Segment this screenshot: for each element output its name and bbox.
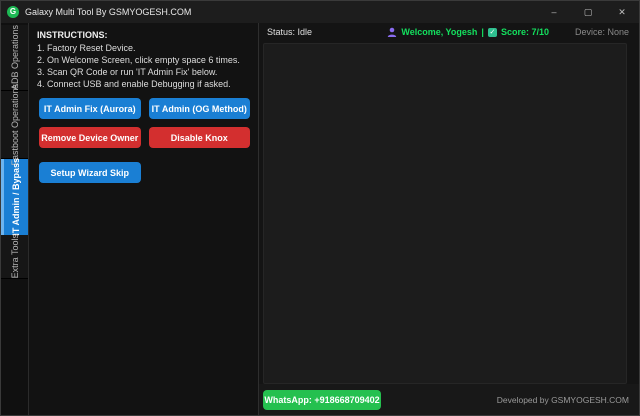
bottom-bar: WhatsApp: +918668709402 Developed by GSM…: [259, 384, 639, 415]
status-bar: Status: Idle Welcome, Yogesh | ✓ Score: …: [259, 23, 639, 41]
tab-label: Extra Tools: [10, 234, 20, 278]
tab-extra-tools[interactable]: Extra Tools: [1, 235, 28, 279]
minimize-icon[interactable]: –: [537, 1, 571, 23]
status-right-group: Welcome, Yogesh | ✓ Score: 7/10 Device: …: [387, 27, 629, 37]
status-text: Status: Idle: [267, 27, 312, 37]
window-controls: – ▢ ✕: [537, 1, 639, 23]
disable-knox-button[interactable]: Disable Knox: [149, 127, 251, 148]
tab-label: IT Admin / Bypass: [11, 158, 21, 236]
device-status-text: Device: None: [575, 27, 629, 37]
instruction-line-2: 2. On Welcome Screen, click empty space …: [37, 54, 252, 66]
setup-wizard-skip-button[interactable]: Setup Wizard Skip: [39, 162, 141, 183]
it-admin-fix-aurora-button[interactable]: IT Admin Fix (Aurora): [39, 98, 141, 119]
it-admin-og-method-button[interactable]: IT Admin (OG Method): [149, 98, 251, 119]
tab-label: Fastboot Operations: [10, 84, 20, 166]
instruction-line-4: 4. Connect USB and enable Debugging if a…: [37, 78, 252, 90]
tab-adb-operations[interactable]: ADB Operations: [1, 25, 28, 91]
check-icon: ✓: [488, 28, 497, 37]
status-separator: |: [481, 27, 484, 37]
score-text: Score: 7/10: [501, 27, 549, 37]
action-buttons: IT Admin Fix (Aurora) IT Admin (OG Metho…: [37, 98, 252, 183]
instructions-heading: INSTRUCTIONS:: [37, 30, 252, 40]
person-icon: [387, 27, 397, 37]
tab-it-admin-bypass[interactable]: IT Admin / Bypass: [1, 159, 28, 235]
main-area: ADB Operations Fastboot Operations IT Ad…: [1, 23, 639, 415]
close-icon[interactable]: ✕: [605, 1, 639, 23]
tab-fastboot-operations[interactable]: Fastboot Operations: [1, 91, 28, 159]
welcome-text: Welcome, Yogesh: [401, 27, 477, 37]
remove-device-owner-button[interactable]: Remove Device Owner: [39, 127, 141, 148]
developer-credit: Developed by GSMYOGESH.COM: [497, 395, 629, 405]
log-output-area[interactable]: [263, 43, 627, 384]
right-panel: Status: Idle Welcome, Yogesh | ✓ Score: …: [259, 23, 639, 415]
app-logo-icon: G: [7, 6, 19, 18]
maximize-icon[interactable]: ▢: [571, 1, 605, 23]
instruction-line-1: 1. Factory Reset Device.: [37, 42, 252, 54]
it-admin-panel: INSTRUCTIONS: 1. Factory Reset Device. 2…: [29, 23, 259, 415]
instruction-line-3: 3. Scan QR Code or run 'IT Admin Fix' be…: [37, 66, 252, 78]
titlebar: G Galaxy Multi Tool By GSMYOGESH.COM – ▢…: [1, 1, 639, 23]
tab-strip: ADB Operations Fastboot Operations IT Ad…: [1, 23, 29, 415]
app-window: G Galaxy Multi Tool By GSMYOGESH.COM – ▢…: [0, 0, 640, 416]
window-title: Galaxy Multi Tool By GSMYOGESH.COM: [25, 7, 191, 17]
whatsapp-button[interactable]: WhatsApp: +918668709402: [263, 390, 381, 410]
tab-label: ADB Operations: [10, 25, 20, 90]
